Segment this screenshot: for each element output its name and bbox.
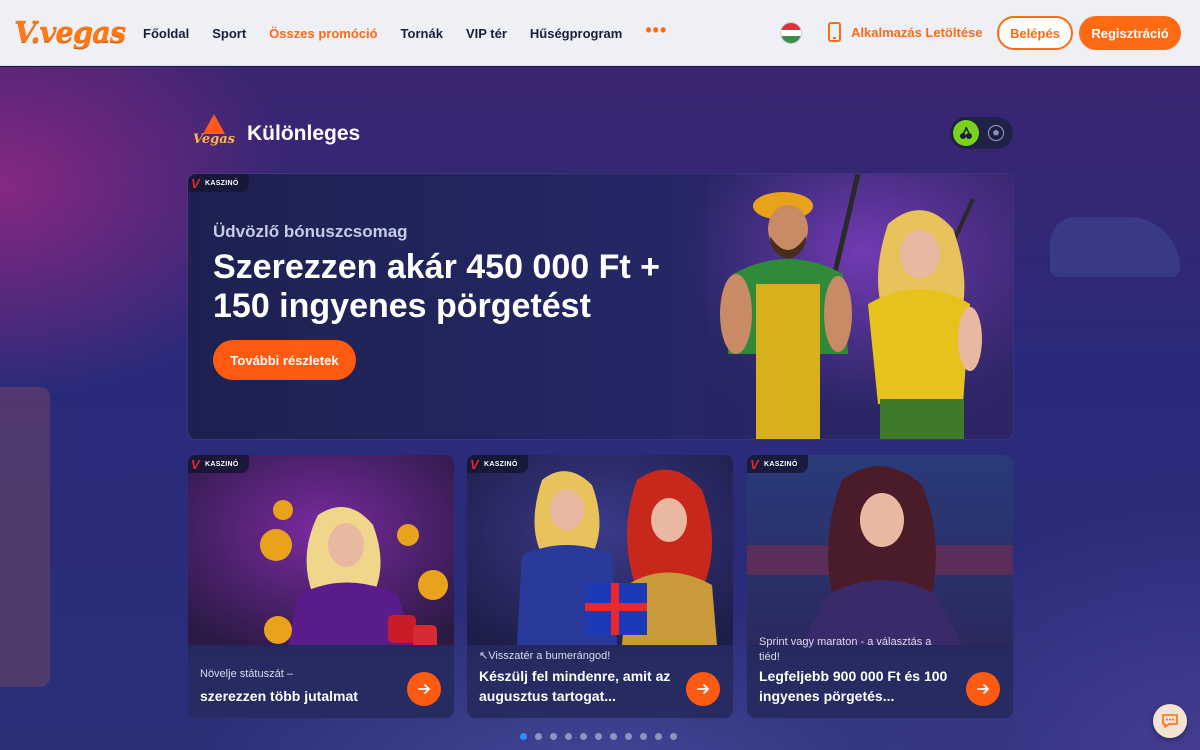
card-subtitle: Sprint vagy maraton - a választás a tiéd… [759, 636, 932, 663]
nav-item-loyalty[interactable]: Hűségprogram [530, 26, 622, 41]
support-chat-button[interactable] [1153, 704, 1187, 738]
pagination-dot[interactable] [535, 733, 542, 740]
logo-text: V.vegas [14, 15, 126, 49]
more-details-button[interactable]: További részletek [213, 340, 356, 380]
pagination-dot[interactable] [610, 733, 617, 740]
arrow-right-icon [697, 684, 710, 694]
card-subtitle: ↖Visszatér a bumerángod! [479, 650, 611, 662]
register-button[interactable]: Regisztráció [1079, 16, 1181, 50]
vvegas-v-icon: V [470, 456, 479, 472]
nav-item-sport[interactable]: Sport [212, 26, 246, 41]
card-title: Legfeljebb 900 000 Ft és 100 ingyenes pö… [759, 668, 948, 704]
nav-more-icon[interactable]: ••• [645, 20, 667, 41]
pagination-dot[interactable] [580, 733, 587, 740]
hero-title: Szerezzen akár 450 000 Ft + 150 ingyenes… [213, 248, 660, 325]
nav-item-promotions[interactable]: Összes promóció [269, 26, 377, 41]
pagination-dot[interactable] [550, 733, 557, 740]
vvegas-v-icon: V [750, 456, 759, 472]
promo-card-image [188, 455, 454, 645]
card-title: Készülj fel mindenre, amit az augusztus … [479, 668, 671, 704]
app-download-label: Alkalmazás Letöltése [851, 24, 983, 40]
pagination-dot[interactable] [595, 733, 602, 740]
hero-subtitle: Üdvözlő bónuszcsomag [213, 222, 408, 241]
casino-tag-label: KASZINÓ [483, 460, 518, 468]
hungary-flag-icon[interactable] [781, 23, 801, 43]
hero-characters-illustration [708, 174, 1013, 439]
casino-tag-label: KASZINÓ [204, 460, 239, 468]
arrow-right-icon [977, 684, 990, 694]
pagination-dot[interactable] [670, 733, 677, 740]
pagination-dot[interactable] [520, 733, 527, 740]
casino-cherry-icon[interactable] [953, 120, 979, 146]
vvegas-v-icon: V [191, 175, 200, 191]
section-logo-text: Vegas [193, 132, 235, 147]
sport-football-icon[interactable] [983, 120, 1009, 146]
vvegas-v-icon: V [191, 456, 200, 472]
casino-tag-label: KASZINÓ [204, 179, 239, 187]
login-button[interactable]: Belépés [997, 16, 1073, 50]
chat-bubble-icon [1162, 714, 1178, 728]
casino-sport-toggle[interactable] [950, 117, 1013, 149]
nav-item-tournaments[interactable]: Tornák [401, 26, 443, 41]
welcome-bonus-banner[interactable]: V KASZINÓ Üdvözlő bónuszcsomag Szerezzen… [188, 174, 1013, 439]
casino-tag: V KASZINÓ [188, 174, 249, 192]
card-arrow-button[interactable] [686, 672, 720, 706]
app-download-link[interactable]: Alkalmazás Letöltése [828, 22, 983, 42]
casino-tag-label: KASZINÓ [763, 460, 798, 468]
nav-item-vip[interactable]: VIP tér [466, 26, 507, 41]
nav-item-home[interactable]: Főoldal [143, 26, 189, 41]
promo-card[interactable]: V KASZINÓ Növelje státuszát – szerezzen … [188, 455, 454, 718]
pagination-dot[interactable] [655, 733, 662, 740]
promo-card-image [747, 455, 1013, 645]
vegas-section-logo: Vegas [191, 112, 237, 156]
card-arrow-button[interactable] [407, 672, 441, 706]
vvegas-logo[interactable]: V.vegas [14, 10, 126, 54]
section-header: Vegas Különleges [191, 112, 360, 156]
card-subtitle: Növelje státuszát – [200, 668, 293, 680]
promo-card-image [467, 455, 733, 645]
section-title: Különleges [247, 122, 361, 145]
casino-tag: V KASZINÓ [747, 455, 808, 473]
phone-icon [828, 22, 841, 42]
casino-tag: V KASZINÓ [467, 455, 528, 473]
promo-card[interactable]: V KASZINÓ Sprint vagy maraton - a válasz… [747, 455, 1013, 718]
carousel-pagination [520, 733, 685, 740]
card-title: szerezzen több jutalmat [200, 688, 358, 704]
pagination-dot[interactable] [640, 733, 647, 740]
arrow-right-icon [418, 684, 431, 694]
pagination-dot[interactable] [565, 733, 572, 740]
card-arrow-button[interactable] [966, 672, 1000, 706]
background-decoration [1050, 217, 1180, 277]
main-nav: Főoldal Sport Összes promóció Tornák VIP… [143, 0, 667, 66]
promo-card[interactable]: V KASZINÓ ↖Visszatér a bumerángod! Készü… [467, 455, 733, 718]
pagination-dot[interactable] [625, 733, 632, 740]
casino-tag: V KASZINÓ [188, 455, 249, 473]
top-header: V.vegas Főoldal Sport Összes promóció To… [0, 0, 1200, 66]
background-decoration [0, 387, 50, 687]
